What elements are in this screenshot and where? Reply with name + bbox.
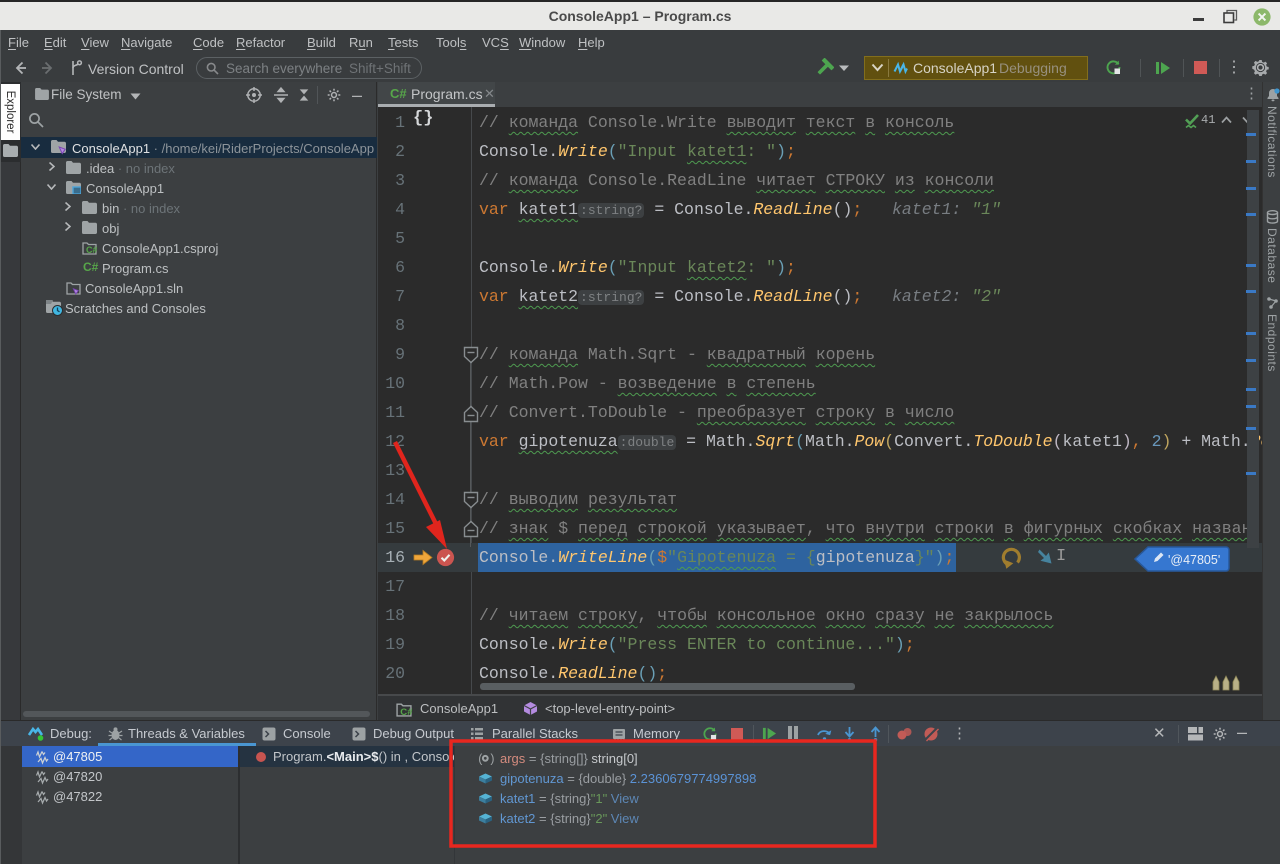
svg-text:): ) (489, 753, 495, 766)
svg-text:'@47805': '@47805' (1168, 553, 1220, 567)
svg-text:C#: C# (400, 707, 412, 717)
svg-text:C#: C# (86, 245, 97, 255)
